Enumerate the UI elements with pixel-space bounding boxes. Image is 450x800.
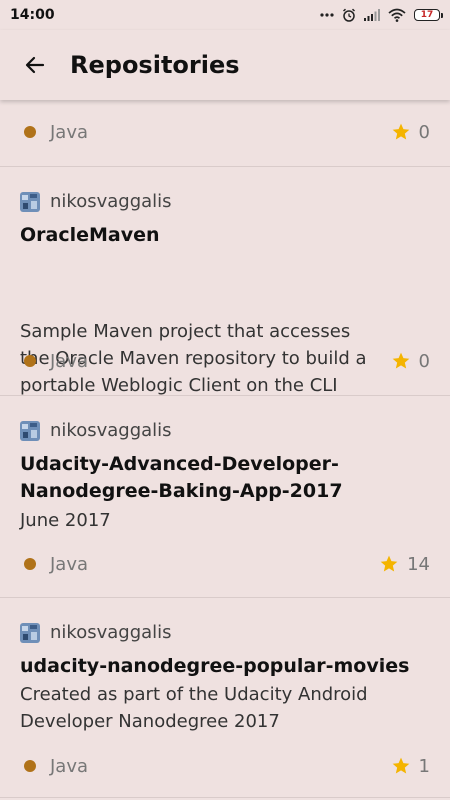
language-color-dot	[24, 760, 36, 772]
app-bar: Repositories	[0, 30, 450, 100]
signal-icon	[364, 9, 380, 21]
repo-meta: Java 1	[0, 751, 450, 781]
star-icon	[392, 123, 409, 140]
description-line: Sample Maven project that accesses	[20, 321, 351, 342]
status-bar: 14:00 17	[0, 0, 450, 30]
repo-stars: 0	[391, 122, 430, 143]
owner-avatar	[20, 622, 40, 643]
battery-icon: 17	[414, 9, 443, 21]
description-line: Developer Nanodegree 2017	[20, 711, 280, 732]
repo-name[interactable]: udacity-nanodegree-popular-movies	[20, 653, 430, 680]
repo-card[interactable]: nikosvaggalis udacity-nanodegree-popular…	[0, 598, 450, 798]
repo-description: June 2017	[20, 510, 111, 531]
owner-name: nikosvaggalis	[50, 622, 172, 643]
repository-list[interactable]: · · Java 0 nikosvaggalis Ora	[0, 100, 450, 800]
repo-name[interactable]: Udacity-Advanced-Developer- Nanodegree-B…	[20, 451, 430, 505]
repo-card[interactable]: nikosvaggalis OracleMaven Sample Maven p…	[0, 167, 450, 396]
repo-name[interactable]: OracleMaven	[20, 222, 430, 249]
star-icon	[380, 555, 398, 572]
arrow-left-icon	[25, 56, 45, 74]
page-title: Repositories	[70, 51, 240, 79]
star-icon	[392, 757, 409, 774]
more-dots-icon	[320, 13, 334, 17]
repo-meta: Java 0	[0, 117, 450, 147]
wifi-icon	[388, 8, 406, 22]
alarm-icon	[342, 8, 356, 22]
owner-avatar	[20, 420, 40, 441]
language-color-dot	[24, 558, 36, 570]
repo-language: Java	[50, 121, 89, 143]
repo-name-line: Nanodegree-Baking-App-2017	[20, 480, 343, 502]
star-count: 1	[418, 755, 430, 777]
back-button[interactable]	[0, 30, 70, 100]
repo-meta: Java 14	[0, 549, 450, 579]
repo-language: Java	[50, 755, 89, 777]
language-color-dot	[24, 126, 36, 138]
owner-avatar	[20, 191, 40, 212]
repo-owner[interactable]: nikosvaggalis	[20, 420, 172, 441]
repo-language: Java	[50, 553, 89, 575]
repo-language: Java	[50, 350, 89, 372]
owner-name: nikosvaggalis	[50, 191, 172, 212]
repo-description-clipped: · ·	[20, 100, 37, 109]
repo-card[interactable]: nikosvaggalis Udacity-Advanced-Developer…	[0, 396, 450, 598]
language-color-dot	[24, 355, 36, 367]
repo-stars: 14	[379, 554, 430, 575]
owner-name: nikosvaggalis	[50, 420, 172, 441]
repo-description: Created as part of the Udacity Android D…	[20, 681, 430, 735]
description-line: Created as part of the Udacity Android	[20, 684, 368, 705]
star-icon	[392, 352, 409, 369]
star-count: 0	[418, 350, 430, 372]
repo-stars: 0	[391, 351, 430, 372]
status-time: 14:00	[10, 7, 55, 23]
status-icons: 17	[320, 8, 443, 22]
repo-owner[interactable]: nikosvaggalis	[20, 191, 172, 212]
star-count: 0	[418, 121, 430, 143]
repo-name-line: Udacity-Advanced-Developer-	[20, 453, 339, 475]
battery-level: 17	[420, 10, 434, 20]
repo-stars: 1	[391, 756, 430, 777]
description-line: portable Weblogic Client on the CLI	[20, 375, 338, 396]
star-count: 14	[407, 553, 430, 575]
repo-card[interactable]: · · Java 0	[0, 100, 450, 167]
repo-meta: Java 0	[0, 346, 450, 376]
repo-owner[interactable]: nikosvaggalis	[20, 622, 172, 643]
